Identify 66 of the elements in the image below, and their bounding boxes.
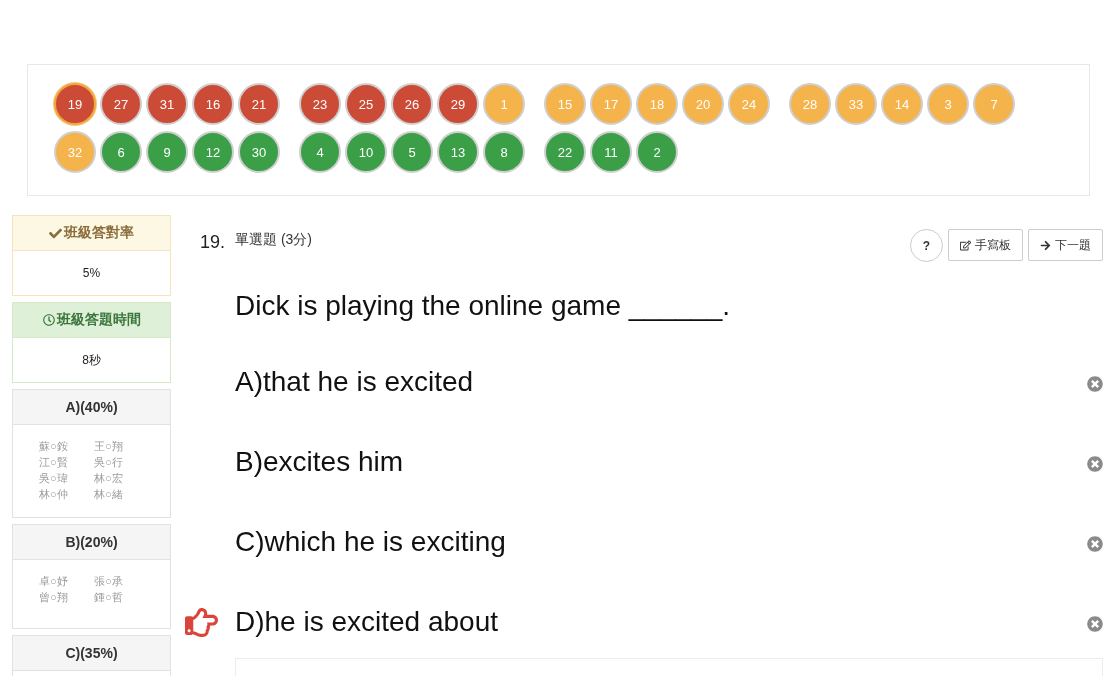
handwriting-button[interactable]: 手寫板 bbox=[948, 229, 1023, 261]
question-number-button[interactable]: 15 bbox=[544, 83, 586, 125]
student-name: 吳○行 bbox=[94, 455, 124, 470]
card-title: A)(40%) bbox=[65, 399, 118, 415]
question-number-button[interactable]: 21 bbox=[238, 83, 280, 125]
question-number-button[interactable]: 20 bbox=[682, 83, 724, 125]
student-name: 鍾○哲 bbox=[94, 590, 124, 605]
student-name: 王○翔 bbox=[94, 439, 124, 454]
student-name: 張○承 bbox=[94, 574, 124, 589]
question-number-button[interactable]: 13 bbox=[437, 131, 479, 173]
student-name: 卓○妤 bbox=[39, 574, 69, 589]
check-icon bbox=[49, 226, 62, 240]
question-number-button[interactable]: 2 bbox=[636, 131, 678, 173]
question-number-button[interactable]: 4 bbox=[299, 131, 341, 173]
question-number-button[interactable]: 7 bbox=[973, 83, 1015, 125]
answer-option: A)that he is excited bbox=[235, 366, 474, 398]
answer-option: C)which he is exciting bbox=[235, 526, 506, 558]
question-number-button[interactable]: 19 bbox=[54, 83, 96, 125]
question-number-button[interactable]: 29 bbox=[437, 83, 479, 125]
answer-option: D)he is excited about bbox=[235, 606, 499, 638]
student-name: 江○賢 bbox=[39, 455, 69, 470]
help-button[interactable]: ? bbox=[910, 229, 943, 262]
arrow-right-icon bbox=[1040, 239, 1051, 251]
question-number-button[interactable]: 22 bbox=[544, 131, 586, 173]
student-name: 吳○瑋 bbox=[39, 471, 69, 486]
question-number-button[interactable]: 11 bbox=[590, 131, 632, 173]
question-text: Dick is playing the online game ______. bbox=[235, 289, 731, 323]
next-question-button[interactable]: 下一題 bbox=[1028, 229, 1103, 261]
stat-value: 5% bbox=[82, 266, 101, 280]
question-number-button[interactable]: 3 bbox=[927, 83, 969, 125]
edit-icon bbox=[960, 239, 971, 251]
question-number-button[interactable]: 16 bbox=[192, 83, 234, 125]
question-number-button[interactable]: 30 bbox=[238, 131, 280, 173]
question-number: 19. bbox=[200, 232, 226, 253]
question-number-button[interactable]: 1 bbox=[483, 83, 525, 125]
question-number-button[interactable]: 14 bbox=[881, 83, 923, 125]
student-name: 蘇○銨 bbox=[39, 439, 69, 454]
student-name: 林○宏 bbox=[94, 471, 124, 486]
question-number-button[interactable]: 17 bbox=[590, 83, 632, 125]
card-title: B)(20%) bbox=[65, 534, 118, 550]
question-number-button[interactable]: 27 bbox=[100, 83, 142, 125]
question-number-button[interactable]: 9 bbox=[146, 131, 188, 173]
question-number-button[interactable]: 12 bbox=[192, 131, 234, 173]
question-number-button[interactable]: 24 bbox=[728, 83, 770, 125]
question-number-button[interactable]: 8 bbox=[483, 131, 525, 173]
question-number-button[interactable]: 25 bbox=[345, 83, 387, 125]
question-number-button[interactable]: 32 bbox=[54, 131, 96, 173]
answer-option: B)excites him bbox=[235, 446, 404, 478]
question-number-button[interactable]: 33 bbox=[835, 83, 877, 125]
clock-icon bbox=[42, 314, 55, 326]
card-title: 班級答題時間 bbox=[56, 311, 141, 329]
question-number-button[interactable]: 18 bbox=[636, 83, 678, 125]
student-name: 曾○翔 bbox=[39, 590, 69, 605]
question-number-button[interactable]: 28 bbox=[789, 83, 831, 125]
question-number-button[interactable]: 6 bbox=[100, 131, 142, 173]
question-number-button[interactable]: 26 bbox=[391, 83, 433, 125]
card-title: C)(35%) bbox=[65, 645, 118, 661]
stat-value: 8秒 bbox=[82, 351, 101, 369]
question-number-button[interactable]: 23 bbox=[299, 83, 341, 125]
question-number-button[interactable]: 10 bbox=[345, 131, 387, 173]
question-number-button[interactable]: 5 bbox=[391, 131, 433, 173]
student-name: 林○仲 bbox=[39, 487, 69, 502]
question-type: 單選題 (3分) bbox=[235, 231, 313, 249]
question-number-button[interactable]: 31 bbox=[146, 83, 188, 125]
card-title: 班級答對率 bbox=[64, 224, 134, 242]
student-name: 林○緒 bbox=[94, 487, 124, 502]
